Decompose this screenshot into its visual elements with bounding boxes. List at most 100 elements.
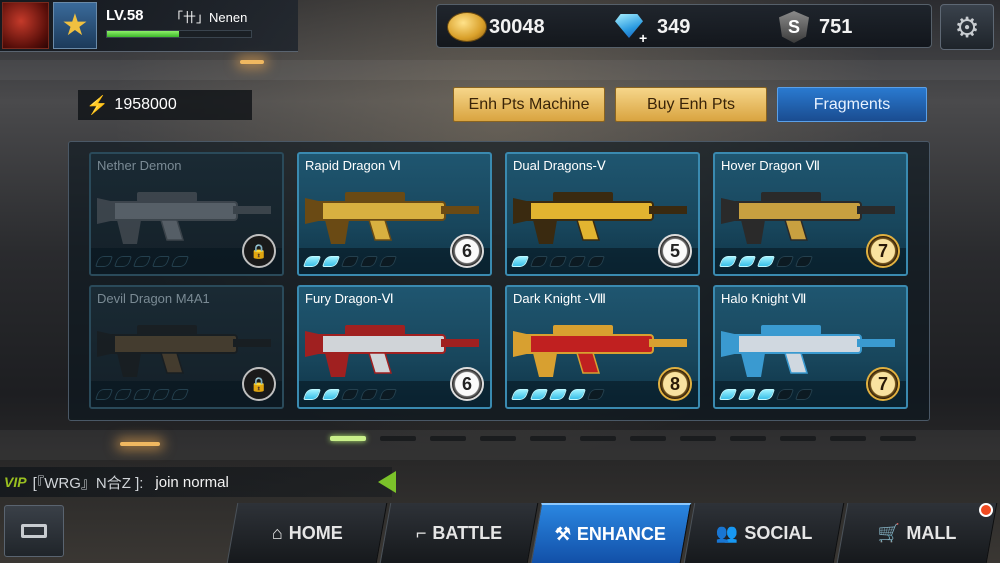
fragment-dot [718, 256, 738, 267]
nav-battle[interactable]: ⌐ BATTLE [379, 503, 539, 563]
fragment-dot [737, 389, 757, 400]
fragment-dot [794, 389, 814, 400]
home-icon: ⌂ [271, 522, 283, 543]
weapon-name: Hover Dragon Ⅶ [721, 158, 821, 173]
fragment-dot [775, 389, 795, 400]
fragment-dot [321, 256, 341, 267]
weapon-name: Nether Demon [97, 158, 182, 173]
fragment-dot [132, 389, 152, 400]
fragment-dot [359, 389, 379, 400]
tab-enh-pts-machine[interactable]: Enh Pts Machine [453, 87, 605, 122]
fragment-dot [378, 389, 398, 400]
nav-enhance-label: ENHANCE [577, 523, 667, 544]
fragment-dot [586, 389, 606, 400]
lightning-icon: ⚡ [86, 94, 109, 115]
fragment-dot [567, 389, 587, 400]
fragment-dots [94, 389, 190, 400]
fragment-dot [302, 256, 322, 267]
xp-bar [106, 30, 252, 38]
nav-enhance[interactable]: ⚒ ENHANCE [530, 503, 692, 563]
menu-button[interactable] [4, 505, 64, 557]
page-dot[interactable] [630, 436, 666, 441]
fragment-dot [794, 256, 814, 267]
star-level-badge: 6 [450, 234, 484, 268]
page-dot[interactable] [430, 436, 466, 441]
hangar-lamp [120, 442, 160, 446]
rank-star-icon: ★ [53, 2, 97, 49]
chat-bar[interactable]: VIP [『WRG』N合Z ]: join normal [0, 467, 392, 497]
fragment-dot [529, 389, 549, 400]
fragment-dot [586, 256, 606, 267]
s-point-counter[interactable]: S 751 [779, 5, 852, 49]
star-level-badge: 5 [658, 234, 692, 268]
gold-coin-icon [447, 12, 487, 42]
page-dot[interactable] [380, 436, 416, 441]
settings-gear-icon[interactable]: ⚙ [940, 4, 994, 50]
lock-icon: 🔒 [242, 367, 276, 401]
nav-mall-label: MALL [906, 522, 957, 543]
fragment-dot [756, 389, 776, 400]
page-dot[interactable] [780, 436, 816, 441]
weapon-card[interactable]: Dual Dragons-Ⅴ 5 [505, 152, 700, 276]
fragment-dot [340, 389, 360, 400]
fragment-dot [718, 389, 738, 400]
page-dot[interactable] [480, 436, 516, 441]
nav-home[interactable]: ⌂ HOME [226, 503, 388, 563]
player-panel[interactable]: ★ LV.58 「卄」Nenen [0, 0, 298, 52]
page-dot[interactable] [830, 436, 866, 441]
tab-fragments[interactable]: Fragments [777, 87, 927, 122]
fragment-dots [302, 389, 398, 400]
weapon-card[interactable]: Halo Knight Ⅶ 7 [713, 285, 908, 409]
page-dot[interactable] [530, 436, 566, 441]
fragment-dots [510, 256, 606, 267]
fragment-dot [132, 256, 152, 267]
fragment-dot [529, 256, 549, 267]
star-level-badge: 6 [450, 367, 484, 401]
fragment-dots [718, 256, 814, 267]
fragment-dot [548, 256, 568, 267]
fragment-dot [113, 389, 133, 400]
weapon-card[interactable]: Hover Dragon Ⅶ 7 [713, 152, 908, 276]
fragment-dot [548, 389, 568, 400]
weapon-name: Dual Dragons-Ⅴ [513, 158, 606, 173]
fragment-dot [737, 256, 757, 267]
fragment-dots [718, 389, 814, 400]
enhance-points-display: ⚡ 1958000 [78, 90, 252, 120]
player-name: 「卄」Nenen [170, 10, 248, 25]
fragment-dot [151, 256, 171, 267]
gem-counter[interactable]: + 349 [613, 5, 690, 49]
tab-buy-enh-pts[interactable]: Buy Enh Pts [615, 87, 767, 122]
weapon-card[interactable]: Rapid Dragon Ⅵ 6 [297, 152, 492, 276]
weapon-grid: Nether Demon 🔒 Rapid Dragon Ⅵ 6 Dual Dragons… [68, 141, 930, 421]
fragment-dot [510, 389, 530, 400]
weapon-name: Dark Knight -Ⅷ [513, 291, 606, 306]
nav-social[interactable]: 👥 SOCIAL [683, 503, 845, 563]
page-dot[interactable] [730, 436, 766, 441]
fragment-dot [170, 389, 190, 400]
weapon-name: Devil Dragon M4A1 [97, 291, 210, 306]
page-dot[interactable] [330, 436, 366, 441]
fragment-dot [756, 256, 776, 267]
fragment-dot [359, 256, 379, 267]
enhance-points-value: 1958000 [114, 96, 177, 113]
weapon-card[interactable]: Devil Dragon M4A1 🔒 [89, 285, 284, 409]
page-dot[interactable] [880, 436, 916, 441]
star-level-badge: 8 [658, 367, 692, 401]
mall-notification-dot [979, 503, 993, 517]
nav-mall[interactable]: 🛒 MALL [836, 503, 998, 563]
weapon-card[interactable]: Dark Knight -Ⅷ 8 [505, 285, 700, 409]
weapon-card[interactable]: Fury Dragon-Ⅵ 6 [297, 285, 492, 409]
page-dot[interactable] [680, 436, 716, 441]
gold-counter[interactable]: 30048 [447, 5, 545, 49]
star-level-badge: 7 [866, 234, 900, 268]
page-dot[interactable] [580, 436, 616, 441]
fragment-dot [113, 256, 133, 267]
s-point-plus-icon: S [779, 11, 809, 43]
player-avatar[interactable] [2, 2, 49, 49]
hangar-beam [0, 60, 1000, 80]
fragment-dot [510, 256, 530, 267]
weapon-card[interactable]: Nether Demon 🔒 [89, 152, 284, 276]
fragment-dots [302, 256, 398, 267]
weapon-name: Rapid Dragon Ⅵ [305, 158, 401, 173]
hammer-icon: ⚒ [555, 523, 572, 544]
